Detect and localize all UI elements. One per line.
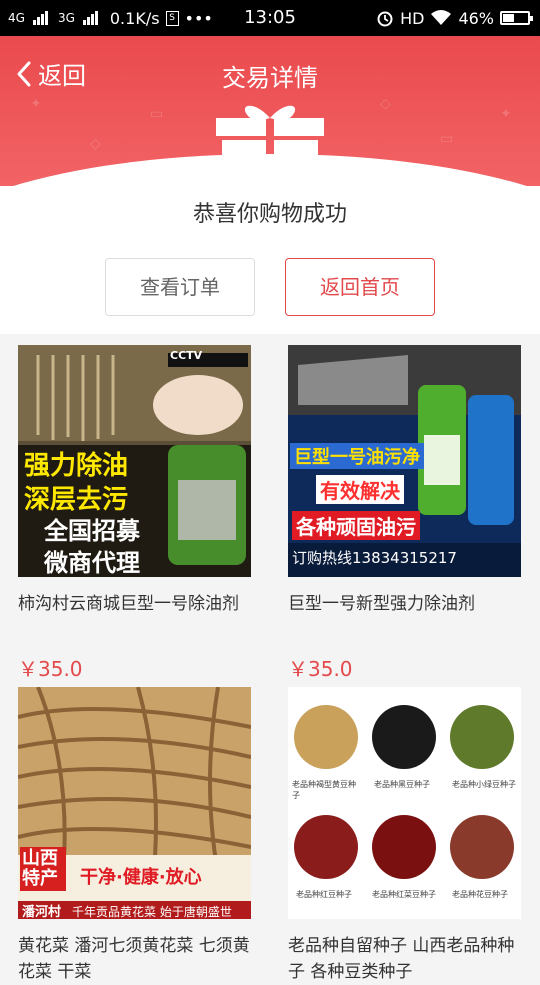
seed-label-3: 老品种小绿豆种子 <box>452 780 516 789</box>
decor-icon: ◇ <box>380 96 391 112</box>
image-caption-1: 山西特产 <box>22 848 58 889</box>
seed-label-1: 老品种褐型黄豆种子 <box>292 780 356 800</box>
product-image[interactable]: CCTV 强力除油 深层去污 全国招募 微商代理 <box>18 345 251 577</box>
product-name[interactable]: 老品种自留种子 山西老品种种子 各种豆类种子 <box>288 933 528 985</box>
decor-icon: ▭ <box>440 131 454 147</box>
image-caption-1: 巨型一号油污净 <box>290 443 424 469</box>
product-price: ￥35.0 <box>288 657 353 681</box>
product-name[interactable]: 巨型一号新型强力除油剂 <box>288 591 528 617</box>
image-caption-4: 千年贡品黄花菜 始于唐朝盛世 <box>72 905 232 919</box>
image-caption-3: 全国招募 <box>44 517 140 545</box>
back-home-button[interactable]: 返回首页 <box>285 258 435 316</box>
seed-label-2: 老品种黑豆种子 <box>374 780 430 789</box>
battery-icon <box>500 11 533 25</box>
product-grid: CCTV 强力除油 深层去污 全国招募 微商代理 柿沟村云商城巨型一号除油剂 ￥… <box>0 334 540 982</box>
alarm-icon <box>377 11 393 27</box>
wifi-icon <box>431 10 452 25</box>
success-message: 恭喜你购物成功 <box>192 202 347 227</box>
image-caption-3: 潘河村 <box>22 905 62 919</box>
decor-icon: ▭ <box>150 106 164 122</box>
battery-percent: 46% <box>458 8 494 28</box>
image-caption-3: 各种顽固油污 <box>292 511 420 540</box>
view-order-button[interactable]: 查看订单 <box>105 258 255 316</box>
product-name[interactable]: 黄花菜 潘河七须黄花菜 七须黄花菜 干菜 <box>18 933 258 985</box>
image-caption-2: 有效解决 <box>316 475 404 504</box>
image-caption-4: 订购热线13834315217 <box>292 549 457 567</box>
seed-label-5: 老品种红菜豆种子 <box>372 890 436 899</box>
header-curve <box>0 154 540 186</box>
product-price: ￥35.0 <box>18 657 83 681</box>
decor-icon: ✦ <box>500 106 512 122</box>
hd-label: HD <box>400 8 425 28</box>
decor-icon: ◇ <box>90 136 101 152</box>
product-image[interactable]: 老品种褐型黄豆种子 老品种黑豆种子 老品种小绿豆种子 老品种红豆种子 老品种红菜… <box>288 687 521 919</box>
page-title: 交易详情 <box>222 64 318 92</box>
status-bar: 4G 3G 0.1K/s S ••• 13:05 HD 46% <box>0 0 540 36</box>
product-name[interactable]: 柿沟村云商城巨型一号除油剂 <box>18 591 258 617</box>
image-caption-4: 微商代理 <box>44 549 140 577</box>
image-caption-2: 干净·健康·放心 <box>80 867 202 888</box>
product-image[interactable]: 巨型一号油污净 有效解决 各种顽固油污 订购热线13834315217 <box>288 345 521 577</box>
decor-icon: ✦ <box>30 96 42 112</box>
image-badge: CCTV <box>170 349 203 362</box>
seed-label-6: 老品种花豆种子 <box>452 890 508 899</box>
seed-label-4: 老品种红豆种子 <box>296 890 352 899</box>
header: ✦ ◇ ▭ ◇ ▭ ✦ 返回 交易详情 <box>0 36 540 186</box>
product-image[interactable]: 山西特产 干净·健康·放心 潘河村 千年贡品黄花菜 始于唐朝盛世 <box>18 687 251 919</box>
image-caption-1: 强力除油 <box>24 451 129 481</box>
